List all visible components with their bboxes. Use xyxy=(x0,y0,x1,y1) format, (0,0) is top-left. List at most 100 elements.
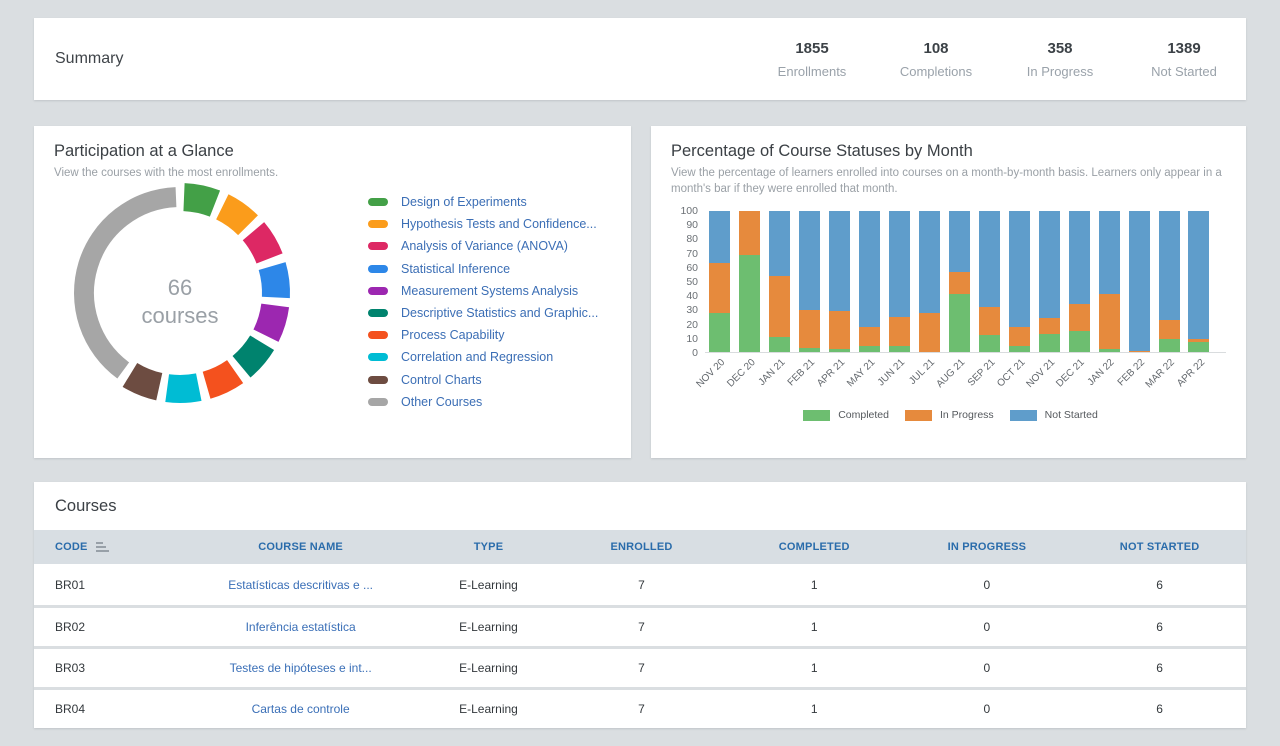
bar-segment-not-started xyxy=(829,211,850,311)
donut-segment xyxy=(207,372,236,386)
y-axis-tick-label: 100 xyxy=(680,205,698,217)
stat-label: Not Started xyxy=(1122,64,1246,79)
donut-legend-item[interactable]: Descriptive Statistics and Graphic... xyxy=(368,306,611,320)
donut-legend-item[interactable]: Statistical Inference xyxy=(368,262,611,276)
donut-legend-item[interactable]: Measurement Systems Analysis xyxy=(368,284,611,298)
legend-color-marker xyxy=(368,220,388,228)
stacked-bar xyxy=(709,211,730,352)
bar-chart-y-axis: 0102030405060708090100 xyxy=(675,211,705,353)
bar-segment-in-progress xyxy=(889,317,910,347)
participation-subtitle: View the courses with the most enrollmen… xyxy=(54,165,611,181)
bar-segment-in-progress xyxy=(979,307,1000,335)
bar-segment-in-progress xyxy=(949,272,970,295)
legend-label: Not Started xyxy=(1045,409,1098,421)
stat-value: 108 xyxy=(874,40,998,57)
course-name-link[interactable]: Cartas de controle xyxy=(179,702,421,716)
completed-count: 1 xyxy=(728,620,901,634)
column-header-not-started[interactable]: NOT STARTED xyxy=(1073,541,1246,553)
course-name-link[interactable]: Estatísticas descritivas e ... xyxy=(179,578,421,592)
stacked-bar xyxy=(919,211,940,352)
stacked-bar xyxy=(1159,211,1180,352)
donut-legend-item[interactable]: Correlation and Regression xyxy=(368,350,611,364)
course-type: E-Learning xyxy=(422,620,555,634)
course-code: BR03 xyxy=(34,661,179,675)
y-axis-tick-label: 60 xyxy=(686,262,698,274)
y-axis-tick-label: 20 xyxy=(686,319,698,331)
course-type: E-Learning xyxy=(422,661,555,675)
donut-legend-item[interactable]: Other Courses xyxy=(368,395,611,409)
courses-table-header: CODE COURSE NAME TYPE ENROLLED COMPLETED… xyxy=(34,530,1246,564)
table-row: BR02Inferência estatísticaE-Learning7106 xyxy=(34,605,1246,646)
bar-segment-completed xyxy=(1039,334,1060,352)
donut-legend-item[interactable]: Analysis of Variance (ANOVA) xyxy=(368,239,611,253)
y-axis-tick-label: 80 xyxy=(686,233,698,245)
bar-column: MAR 22 xyxy=(1154,211,1184,352)
bar-segment-completed xyxy=(1069,331,1090,352)
donut-segment xyxy=(167,387,199,389)
legend-label: Correlation and Regression xyxy=(401,350,553,364)
course-name-link[interactable]: Testes de hipóteses e int... xyxy=(179,661,421,675)
donut-chart: 66 courses xyxy=(54,183,354,421)
stacked-bar xyxy=(1069,211,1090,352)
in-progress-count: 0 xyxy=(901,661,1074,675)
course-name-link[interactable]: Inferência estatística xyxy=(179,620,421,634)
bar-legend-item: In Progress xyxy=(905,409,994,421)
bar-legend-item: Not Started xyxy=(1010,409,1098,421)
legend-label: Analysis of Variance (ANOVA) xyxy=(401,239,568,253)
sort-ascending-icon[interactable] xyxy=(96,542,109,552)
bar-column: MAY 21 xyxy=(855,211,885,352)
column-header-code[interactable]: CODE xyxy=(34,541,179,553)
bar-segment-completed xyxy=(889,346,910,352)
y-axis-tick-label: 30 xyxy=(686,304,698,316)
column-header-in-progress[interactable]: IN PROGRESS xyxy=(901,541,1074,553)
bar-segment-not-started xyxy=(1069,211,1090,304)
in-progress-count: 0 xyxy=(901,578,1074,592)
courses-card: Courses CODE COURSE NAME TYPE ENROLLED C… xyxy=(34,482,1246,728)
stat-enrollments: 1855 Enrollments xyxy=(750,40,874,79)
bar-segment-in-progress xyxy=(1069,304,1090,331)
legend-label: In Progress xyxy=(940,409,994,421)
legend-label: Statistical Inference xyxy=(401,262,510,276)
bar-column: DEC 20 xyxy=(735,211,765,352)
statuses-title: Percentage of Course Statuses by Month xyxy=(671,142,1226,161)
column-header-course-name[interactable]: COURSE NAME xyxy=(179,541,421,553)
bar-column: FEB 22 xyxy=(1124,211,1154,352)
bar-column: JUN 21 xyxy=(885,211,915,352)
bar-column: DEC 21 xyxy=(1064,211,1094,352)
bar-segment-not-started xyxy=(1009,211,1030,327)
bar-segment-not-started xyxy=(859,211,880,327)
stacked-bar xyxy=(1009,211,1030,352)
enrolled-count: 7 xyxy=(555,578,728,592)
legend-color-marker xyxy=(368,265,388,273)
donut-segment xyxy=(184,197,215,204)
bar-segment-not-started xyxy=(919,211,940,313)
column-header-enrolled[interactable]: ENROLLED xyxy=(555,541,728,553)
donut-legend-item[interactable]: Control Charts xyxy=(368,373,611,387)
column-header-type[interactable]: TYPE xyxy=(422,541,555,553)
donut-segment xyxy=(222,207,248,225)
course-code: BR01 xyxy=(34,578,179,592)
legend-label: Design of Experiments xyxy=(401,195,527,209)
course-type: E-Learning xyxy=(422,578,555,592)
bar-segment-in-progress xyxy=(1159,320,1180,340)
legend-color-marker xyxy=(368,287,388,295)
donut-legend-item[interactable]: Design of Experiments xyxy=(368,195,611,209)
bar-segment-completed xyxy=(1188,342,1209,352)
bar-segment-not-started xyxy=(769,211,790,276)
stacked-bar xyxy=(1188,211,1209,352)
bar-segment-not-started xyxy=(799,211,820,310)
bar-column: NOV 20 xyxy=(705,211,735,352)
bar-column: FEB 21 xyxy=(795,211,825,352)
y-axis-tick-label: 40 xyxy=(686,290,698,302)
donut-segment xyxy=(242,343,263,367)
not-started-count: 6 xyxy=(1073,578,1246,592)
stacked-bar xyxy=(829,211,850,352)
courses-table-body: BR01Estatísticas descritivas e ...E-Lear… xyxy=(34,564,1246,728)
legend-color-marker xyxy=(368,353,388,361)
in-progress-count: 0 xyxy=(901,620,1074,634)
donut-legend-item[interactable]: Hypothesis Tests and Confidence... xyxy=(368,217,611,231)
summary-card: Summary 1855 Enrollments 108 Completions… xyxy=(34,18,1246,100)
donut-legend-item[interactable]: Process Capability xyxy=(368,328,611,342)
column-header-completed[interactable]: COMPLETED xyxy=(728,541,901,553)
bar-segment-completed xyxy=(739,255,760,352)
